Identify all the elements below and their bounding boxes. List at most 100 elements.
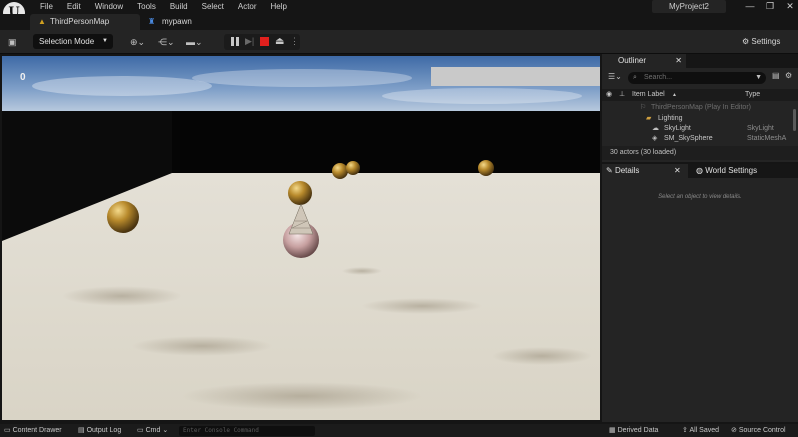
settings-label: Settings <box>751 37 781 46</box>
derived-data-label: Derived Data <box>617 427 659 434</box>
tab-mypawn[interactable]: ♜ mypawn <box>148 14 228 30</box>
outliner-column-header: ◉ ⊥ Item Label ▲ Type <box>602 89 798 101</box>
details-title: Details <box>614 166 640 175</box>
save-status-icon: ⇪ <box>682 427 688 434</box>
row-type: StaticMeshA <box>747 135 787 142</box>
menu-build[interactable]: Build <box>163 1 195 12</box>
more-options-icon[interactable]: ⋮ <box>290 36 301 47</box>
terminal-icon: ▭ <box>137 427 144 434</box>
row-label: SM_SkySphere <box>664 135 713 142</box>
fps-counter: 0 <box>20 72 26 83</box>
project-name: MyProject2 <box>652 0 726 13</box>
visibility-icon[interactable]: ◉ <box>606 89 612 101</box>
actor-count: 30 actors (30 loaded) <box>602 146 798 160</box>
menu-help[interactable]: Help <box>264 1 294 12</box>
close-window-button[interactable]: ✕ <box>780 1 798 12</box>
all-saved-button[interactable]: ⇪ All Saved <box>682 424 719 437</box>
outliner-panel: Outliner ✕ ☰⌄ ⌕ Search... ▼ ▤ ⚙ ◉ ⊥ Item… <box>602 54 798 162</box>
row-type: SkyLight <box>747 125 774 132</box>
list-item[interactable]: ⚐ ThirdPersonMap (Play In Editor) <box>602 103 792 113</box>
blueprint-icon: ♜ <box>148 17 156 26</box>
gear-icon[interactable]: ⚙ <box>785 71 792 80</box>
col-type[interactable]: Type <box>745 89 760 101</box>
all-saved-label: All Saved <box>689 427 720 434</box>
level-viewport[interactable]: 0 <box>2 56 600 420</box>
tab-details[interactable]: ✎ Details ✕ <box>602 164 688 178</box>
hud-overlay-panel <box>431 67 600 86</box>
save-icon[interactable]: ▣ <box>8 35 17 49</box>
sort-asc-icon: ▲ <box>672 92 677 98</box>
folder-icon: ▰ <box>646 115 652 122</box>
eject-icon[interactable]: ⏏ <box>275 36 286 47</box>
world-settings-label: World Settings <box>705 166 758 175</box>
cinematics-icon[interactable]: ▬⌄ <box>186 35 203 49</box>
pause-icon[interactable] <box>230 36 241 47</box>
menu-file[interactable]: File <box>33 1 60 12</box>
skylight-icon: ☁ <box>652 125 659 132</box>
menu-window[interactable]: Window <box>88 1 130 12</box>
selection-mode-dropdown[interactable]: Selection Mode ▼ <box>33 34 113 49</box>
content-drawer-label: Content Drawer <box>12 427 62 434</box>
tab-label: mypawn <box>162 17 192 26</box>
list-item[interactable]: ☁ SkyLight SkyLight <box>602 124 792 134</box>
search-input[interactable]: ⌕ Search... ▼ <box>628 72 766 84</box>
chevron-down-icon: ⌄ <box>162 427 169 434</box>
blueprint-menu-icon[interactable]: ⋲⌄ <box>158 35 175 49</box>
world-icon: ⚐ <box>640 104 647 111</box>
maximize-button[interactable]: ❐ <box>760 1 780 12</box>
minimize-button[interactable]: — <box>740 1 760 12</box>
details-panel: ✎ Details ✕ ◍ World Settings Select an o… <box>602 164 798 422</box>
main-menu: File Edit Window Tools Build Select Acto… <box>33 1 294 12</box>
search-placeholder: Search... <box>644 74 673 81</box>
tab-outliner[interactable]: Outliner ✕ <box>602 54 686 68</box>
list-item[interactable]: ▰ Lighting <box>602 114 792 124</box>
scene-render <box>2 56 600 420</box>
source-control-button[interactable]: ⊘ Source Control <box>731 424 786 437</box>
col-item-label[interactable]: Item Label <box>632 89 665 101</box>
source-control-label: Source Control <box>738 427 786 434</box>
static-mesh-icon: ◈ <box>652 135 658 142</box>
menu-actor[interactable]: Actor <box>231 1 264 12</box>
window-controls: — ❐ ✕ <box>740 1 798 12</box>
filter-icon[interactable]: ☰⌄ <box>608 72 622 81</box>
pin-icon[interactable]: ⊥ <box>619 89 625 101</box>
level-icon: ▲ <box>38 17 46 26</box>
row-label: SkyLight <box>664 125 691 132</box>
mode-label: Selection Mode <box>39 37 95 46</box>
outliner-title: Outliner <box>618 56 647 65</box>
search-icon: ⌕ <box>633 74 637 81</box>
cmd-label: Cmd <box>145 427 161 434</box>
menu-select[interactable]: Select <box>195 1 231 12</box>
row-label: Lighting <box>658 115 683 122</box>
chevron-down-icon: ▼ <box>102 38 108 44</box>
list-item[interactable]: ◈ SM_SkySphere StaticMeshA <box>602 134 792 144</box>
step-frame-icon[interactable]: ▶| <box>245 36 256 47</box>
settings-button[interactable]: ⚙ Settings <box>742 35 780 49</box>
main-toolbar: ▣ Selection Mode ▼ ⊕⌄ ⋲⌄ ▬⌄ ▶| ⏏ ⋮ ⚙ Set… <box>0 30 798 54</box>
gear-icon: ⚙ <box>742 37 750 46</box>
output-log-button[interactable]: ▤ Output Log <box>78 424 121 437</box>
log-icon: ▤ <box>78 427 85 434</box>
document-tabs: ▲ ThirdPersonMap ♜ mypawn <box>0 14 798 30</box>
menu-tools[interactable]: Tools <box>130 1 163 12</box>
add-content-icon[interactable]: ⊕⌄ <box>130 35 145 49</box>
stop-icon[interactable] <box>260 37 269 46</box>
tab-world-settings[interactable]: ◍ World Settings <box>692 164 792 178</box>
globe-icon: ◍ <box>696 166 703 175</box>
outliner-search-row: ☰⌄ ⌕ Search... ▼ ▤ ⚙ <box>602 70 798 86</box>
menu-edit[interactable]: Edit <box>60 1 88 12</box>
close-icon[interactable]: ✕ <box>674 164 681 178</box>
add-folder-icon[interactable]: ▤ <box>772 71 780 80</box>
play-controls: ▶| ⏏ ⋮ <box>224 34 300 50</box>
chevron-down-icon[interactable]: ▼ <box>755 72 762 84</box>
row-label: ThirdPersonMap (Play In Editor) <box>651 104 751 111</box>
content-drawer-button[interactable]: ▭ Content Drawer <box>4 424 62 437</box>
cmd-dropdown[interactable]: ▭ Cmd ⌄ <box>137 424 168 437</box>
details-icon: ✎ <box>606 166 613 175</box>
derived-data-button[interactable]: ▦ Derived Data <box>609 424 658 437</box>
close-icon[interactable]: ✕ <box>675 54 682 68</box>
tab-thirdpersonmap[interactable]: ▲ ThirdPersonMap <box>30 14 140 30</box>
console-input[interactable]: Enter Console Command <box>179 426 315 436</box>
outliner-scrollbar[interactable] <box>793 109 796 131</box>
drawer-icon: ▭ <box>4 427 11 434</box>
